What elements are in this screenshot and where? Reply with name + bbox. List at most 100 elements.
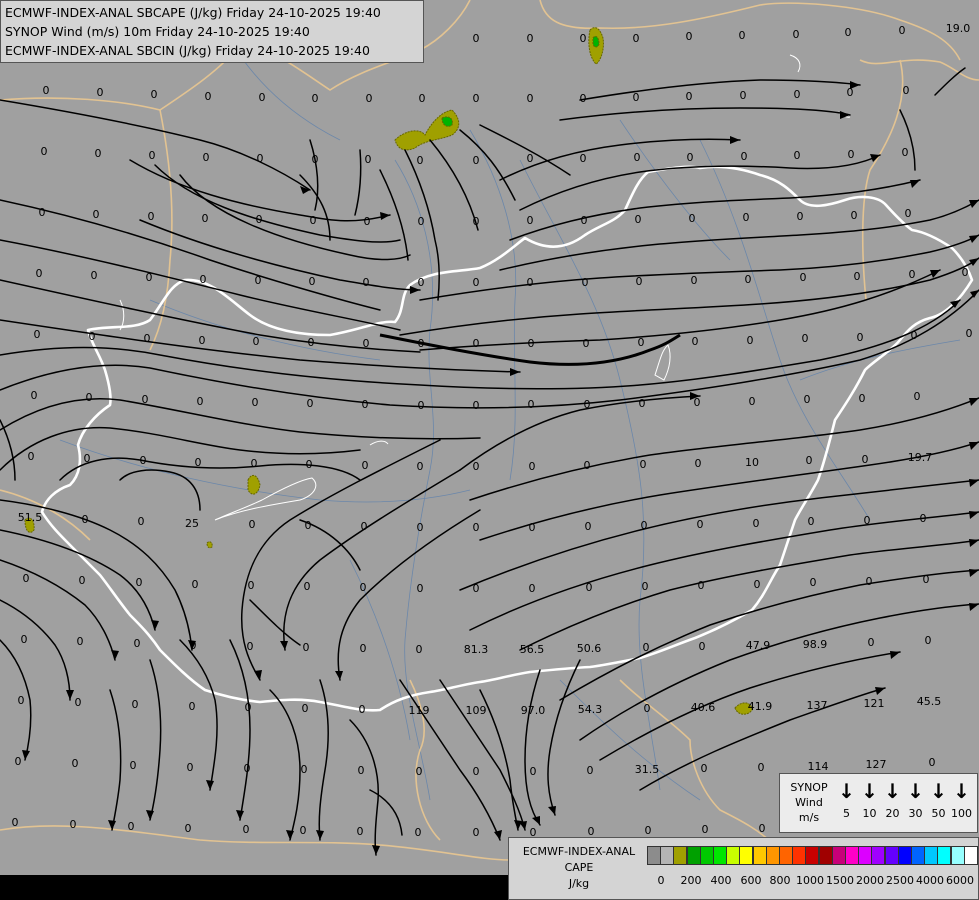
map-value-label: 109 bbox=[466, 704, 487, 717]
map-value-label: 0 bbox=[868, 636, 875, 649]
map-value-label: 0 bbox=[199, 334, 206, 347]
map-value-label: 0 bbox=[739, 29, 746, 42]
map-value-label: 0 bbox=[638, 336, 645, 349]
map-value-label: 0 bbox=[645, 824, 652, 837]
wind-legend-item: ↓ 100 bbox=[950, 780, 973, 821]
cape-color-swatch bbox=[884, 846, 899, 865]
map-value-label: 0 bbox=[248, 579, 255, 592]
map-value-label: 0 bbox=[418, 337, 425, 350]
wind-arrow-icon: ↓ bbox=[838, 779, 855, 803]
cape-color-swatch bbox=[726, 846, 741, 865]
map-value-label: 0 bbox=[417, 582, 424, 595]
map-value-label: 121 bbox=[864, 697, 885, 710]
map-value-label: 0 bbox=[903, 84, 910, 97]
map-value-label: 0 bbox=[701, 762, 708, 775]
map-value-label: 0 bbox=[529, 582, 536, 595]
map-value-label: 0 bbox=[528, 337, 535, 350]
map-value-label: 0 bbox=[754, 578, 761, 591]
map-value-label: 0 bbox=[914, 390, 921, 403]
map-value-label: 0 bbox=[419, 92, 426, 105]
map-value-label: 0 bbox=[301, 763, 308, 776]
map-value-label: 0 bbox=[416, 765, 423, 778]
map-value-label: 0 bbox=[77, 635, 84, 648]
map-value-label: 0 bbox=[144, 332, 151, 345]
map-value-label: 0 bbox=[905, 207, 912, 220]
map-value-label: 0 bbox=[82, 513, 89, 526]
map-value-label: 0 bbox=[140, 454, 147, 467]
map-value-label: 0 bbox=[18, 694, 25, 707]
map-value-label: 0 bbox=[417, 154, 424, 167]
cape-color-swatch bbox=[779, 846, 793, 865]
map-value-label: 51.5 bbox=[18, 511, 43, 524]
map-value-label: 0 bbox=[699, 640, 706, 653]
map-value-label: 0 bbox=[305, 519, 312, 532]
map-value-label: 0 bbox=[473, 826, 480, 839]
map-value-label: 40.6 bbox=[691, 701, 716, 714]
map-value-label: 0 bbox=[692, 335, 699, 348]
map-value-label: 81.3 bbox=[464, 643, 489, 656]
map-value-label: 0 bbox=[149, 149, 156, 162]
map-value-label: 0 bbox=[808, 515, 815, 528]
cape-color-swatch bbox=[924, 846, 939, 865]
cape-color-swatch bbox=[739, 846, 754, 865]
map-value-label: 0 bbox=[358, 764, 365, 777]
wind-legend: SYNOP Wind m/s ↓ 5 ↓ 10 ↓ 20 ↓ 30 ↓ 50 ↓… bbox=[779, 773, 978, 833]
wind-legend-value: 5 bbox=[843, 807, 850, 820]
map-value-label: 0 bbox=[641, 519, 648, 532]
map-value-label: 0 bbox=[362, 459, 369, 472]
map-value-label: 0 bbox=[418, 399, 425, 412]
weather-map: 0 0 0 0 0 0 0 0 0 0 0 0 0 0 0 0 0 19.0 0 0 0 0 0 0 0 0 0 0 0 0 0 0 0 0 0 0 0… bbox=[0, 0, 979, 900]
map-value-label: 0 bbox=[473, 582, 480, 595]
map-value-label: 0 bbox=[794, 88, 801, 101]
map-value-label: 98.9 bbox=[803, 638, 828, 651]
map-value-label: 0 bbox=[142, 393, 149, 406]
map-value-label: 0 bbox=[138, 515, 145, 528]
map-value-label: 0 bbox=[702, 823, 709, 836]
map-value-label: 0 bbox=[640, 458, 647, 471]
map-value-label: 0 bbox=[473, 276, 480, 289]
map-value-label: 97.0 bbox=[521, 704, 546, 717]
map-value-label: 0 bbox=[810, 576, 817, 589]
map-value-label: 127 bbox=[866, 758, 887, 771]
map-value-label: 0 bbox=[205, 90, 212, 103]
map-value-label: 0 bbox=[473, 215, 480, 228]
map-value-label: 0 bbox=[312, 92, 319, 105]
wind-legend-title: SYNOP Wind m/s bbox=[784, 780, 834, 825]
map-value-label: 0 bbox=[146, 271, 153, 284]
map-value-label: 0 bbox=[473, 765, 480, 778]
map-value-label: 0 bbox=[586, 581, 593, 594]
map-value-label: 0 bbox=[359, 703, 366, 716]
map-value-label: 0 bbox=[759, 822, 766, 835]
map-value-label: 56.5 bbox=[520, 643, 545, 656]
cape-color-swatch bbox=[858, 846, 873, 865]
cape-color-swatch bbox=[805, 846, 820, 865]
map-value-label: 0 bbox=[306, 458, 313, 471]
wind-legend-item: ↓ 50 bbox=[927, 780, 950, 821]
map-value-label: 0 bbox=[793, 28, 800, 41]
map-value-label: 0 bbox=[695, 457, 702, 470]
map-value-label: 0 bbox=[473, 399, 480, 412]
map-value-label: 0 bbox=[256, 213, 263, 226]
cape-legend-title-line: ECMWF-INDEX-ANAL bbox=[522, 845, 636, 858]
map-value-label: 0 bbox=[920, 512, 927, 525]
map-value-label: 0 bbox=[15, 755, 22, 768]
map-value-label: 0 bbox=[312, 153, 319, 166]
map-value-label: 0 bbox=[527, 92, 534, 105]
title-line-wind: SYNOP Wind (m/s) 10m Friday 24-10-2025 1… bbox=[5, 24, 310, 39]
wind-legend-value: 20 bbox=[885, 807, 900, 820]
map-value-label: 0 bbox=[806, 454, 813, 467]
map-value-label: 0 bbox=[635, 213, 642, 226]
map-value-label: 0 bbox=[633, 91, 640, 104]
map-value-label: 0 bbox=[530, 765, 537, 778]
map-value-label: 0 bbox=[691, 274, 698, 287]
wind-legend-title-line: m/s bbox=[798, 811, 820, 824]
map-value-label: 0 bbox=[187, 761, 194, 774]
map-value-label: 0 bbox=[195, 456, 202, 469]
map-value-label: 0 bbox=[642, 580, 649, 593]
map-value-label: 0 bbox=[185, 822, 192, 835]
cape-color-swatch bbox=[871, 846, 886, 865]
map-value-label: 0 bbox=[418, 276, 425, 289]
map-value-label: 0 bbox=[643, 641, 650, 654]
map-value-label: 0 bbox=[197, 395, 204, 408]
map-value-label: 114 bbox=[808, 760, 829, 773]
